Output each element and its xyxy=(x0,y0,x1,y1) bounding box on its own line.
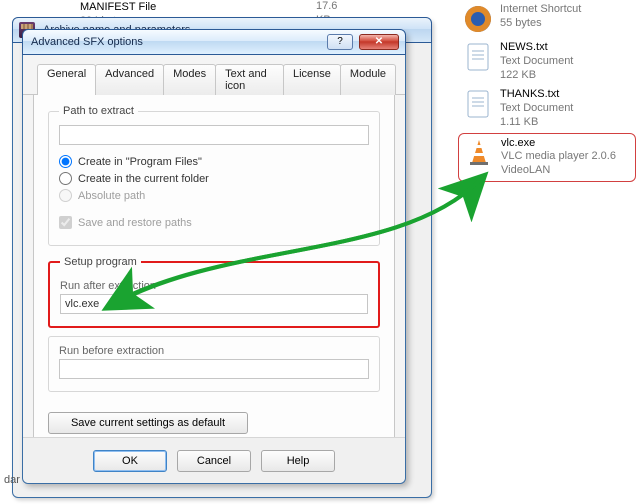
group-legend: Path to extract xyxy=(59,105,138,117)
tabs: General Advanced Modes Text and icon Lic… xyxy=(23,55,405,95)
titlebar[interactable]: Advanced SFX options ? ✕ xyxy=(22,29,406,55)
file-type: Text Document xyxy=(500,55,632,69)
file-size: 122 KB xyxy=(500,69,632,83)
close-icon: ✕ xyxy=(375,37,383,47)
file-size: 55 bytes xyxy=(500,17,632,31)
tab-text-and-icon[interactable]: Text and icon xyxy=(215,64,284,95)
tab-general[interactable]: General xyxy=(37,64,96,95)
file-type: Internet Shortcut xyxy=(500,3,632,17)
question-icon: ? xyxy=(337,37,343,47)
radio-label: Create in the current folder xyxy=(78,173,209,185)
file-name: vlc.exe xyxy=(501,137,631,151)
checkbox-label: Save and restore paths xyxy=(78,217,192,229)
tab-license[interactable]: License xyxy=(283,64,341,95)
file-item[interactable]: THANKS.txt Text Document 1.11 KB xyxy=(458,85,636,132)
radio-current-folder[interactable]: Create in the current folder xyxy=(59,172,369,185)
file-size: 1.11 KB xyxy=(500,116,632,130)
file-name: NEWS.txt xyxy=(500,41,632,55)
label-run-before: Run before extraction xyxy=(59,345,369,357)
file-name: MANIFEST File xyxy=(80,0,220,14)
checkbox-input xyxy=(59,216,72,229)
checkbox-save-restore: Save and restore paths xyxy=(59,216,369,229)
file-panel: Internet Shortcut 55 bytes NEWS.txt Text… xyxy=(458,0,636,182)
file-vendor: VideoLAN xyxy=(501,164,631,178)
run-after-input[interactable] xyxy=(60,294,368,314)
save-default-button[interactable]: Save current settings as default xyxy=(48,412,248,434)
dialog-buttons: OK Cancel Help xyxy=(23,437,405,483)
radio-program-files[interactable]: Create in "Program Files" xyxy=(59,155,369,168)
text-file-icon xyxy=(462,88,494,120)
help-button[interactable]: Help xyxy=(261,450,335,472)
vlc-icon xyxy=(463,137,495,169)
radio-label: Create in "Program Files" xyxy=(78,156,202,168)
firefox-icon xyxy=(462,3,494,35)
radio-input xyxy=(59,189,72,202)
text-file-icon xyxy=(462,41,494,73)
group-path-to-extract: Path to extract Create in "Program Files… xyxy=(48,105,380,246)
group-legend: Setup program xyxy=(60,256,141,268)
radio-label: Absolute path xyxy=(78,190,145,202)
file-item[interactable]: NEWS.txt Text Document 122 KB xyxy=(458,38,636,85)
group-run-before: Run before extraction xyxy=(48,336,380,392)
file-item[interactable]: Internet Shortcut 55 bytes xyxy=(458,0,636,38)
titlebar-title: Advanced SFX options xyxy=(29,36,321,48)
tree-label-fragment: dar xyxy=(4,474,20,486)
tab-module[interactable]: Module xyxy=(340,64,396,95)
tab-modes[interactable]: Modes xyxy=(163,64,216,95)
run-before-input[interactable] xyxy=(59,359,369,379)
radio-input[interactable] xyxy=(59,155,72,168)
label-run-after: Run after extraction xyxy=(60,280,368,292)
tab-advanced[interactable]: Advanced xyxy=(95,64,164,95)
file-item-vlc[interactable]: vlc.exe VLC media player 2.0.6 VideoLAN xyxy=(458,133,636,182)
file-type: VLC media player 2.0.6 xyxy=(501,150,631,164)
dialog-advanced-sfx: Advanced SFX options ? ✕ General Advance… xyxy=(22,30,406,484)
radio-input[interactable] xyxy=(59,172,72,185)
path-input[interactable] xyxy=(59,125,369,145)
file-name: THANKS.txt xyxy=(500,88,632,102)
help-button[interactable]: ? xyxy=(327,34,353,50)
file-type: Text Document xyxy=(500,102,632,116)
tab-body: Path to extract Create in "Program Files… xyxy=(33,95,395,447)
ok-button[interactable]: OK xyxy=(93,450,167,472)
radio-absolute-path: Absolute path xyxy=(59,189,369,202)
group-setup-program: Setup program Run after extraction xyxy=(48,256,380,328)
close-button[interactable]: ✕ xyxy=(359,34,399,50)
cancel-button[interactable]: Cancel xyxy=(177,450,251,472)
